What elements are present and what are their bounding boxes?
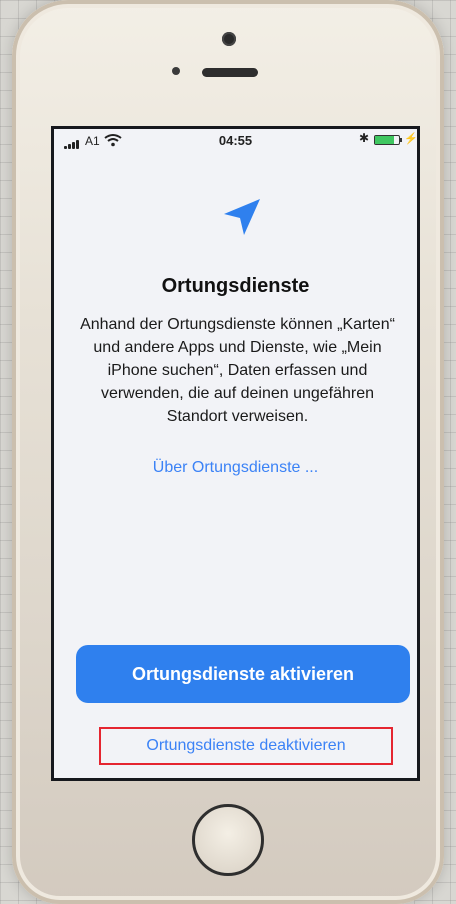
battery-icon xyxy=(374,135,400,145)
bluetooth-icon: ✱ xyxy=(359,131,370,145)
phone-body: A1 04:55 ✱ ⚡ Ortungsdienste Anhand der O… xyxy=(12,0,444,904)
battery-tip xyxy=(400,138,402,142)
location-arrow-icon xyxy=(224,199,260,235)
screen: A1 04:55 ✱ ⚡ Ortungsdienste Anhand der O… xyxy=(51,126,420,781)
page-title: Ortungsdienste xyxy=(161,275,310,297)
about-location-services-link[interactable]: Über Ortungsdienste ... xyxy=(54,459,417,477)
proximity-sensor xyxy=(172,67,180,75)
status-bar: A1 04:55 ✱ ⚡ xyxy=(54,129,417,153)
disable-location-services-button[interactable]: Ortungsdienste deaktivieren xyxy=(99,727,393,765)
front-camera xyxy=(222,32,236,46)
description-text: Anhand der Ortungsdienste können „Karten… xyxy=(80,316,395,425)
home-button[interactable] xyxy=(192,804,264,876)
battery-level xyxy=(375,136,395,144)
charging-icon: ⚡ xyxy=(404,133,418,145)
earpiece-speaker xyxy=(202,68,258,77)
enable-location-services-button[interactable]: Ortungsdienste aktivieren xyxy=(76,645,410,703)
